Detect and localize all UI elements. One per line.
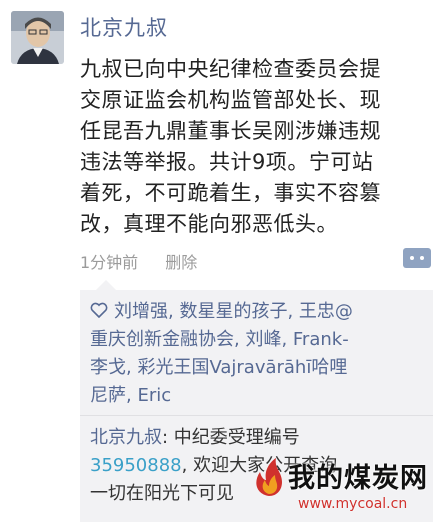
likes-list: 刘增强, 数星星的孩子, 王忠@ 重庆创新金融协会, 刘峰, Frank- 李戈… [90, 298, 425, 410]
heart-icon [90, 302, 108, 318]
likes-line[interactable]: 刘增强, 数星星的孩子, 王忠@ [90, 298, 425, 326]
watermark: 我的煤炭网 www.mycoal.cn [248, 452, 438, 518]
post-text-line: 交原证监会机构监管部处长、现 [80, 88, 381, 112]
panel-arrow [96, 280, 116, 290]
comment-text: : 中纪委受理编号 [162, 427, 300, 448]
delete-link[interactable]: 删除 [165, 253, 197, 272]
likes-names[interactable]: 刘增强, 数星星的孩子, 王忠@ [114, 301, 353, 322]
avatar-photo [11, 11, 64, 64]
post-text-line: 着死，不可跪着生，事实不容篡 [80, 181, 381, 205]
author-name[interactable]: 北京九叔 [80, 12, 168, 42]
comment-author[interactable]: 北京九叔 [90, 427, 162, 448]
flame-logo-icon [256, 458, 282, 496]
watermark-url: www.mycoal.cn [298, 496, 408, 512]
likes-line[interactable]: 尼萨, Eric [90, 382, 425, 410]
post-time: 1分钟前 [80, 253, 139, 272]
watermark-title: 我的煤炭网 [288, 463, 428, 494]
divider [80, 415, 433, 416]
comment-number-link[interactable]: 35950888 [90, 455, 182, 476]
more-options-button[interactable] [403, 248, 431, 268]
dot-icon [420, 256, 424, 260]
comment-text: 一切在阳光下可见 [90, 483, 234, 504]
post-text-line: 九叔已向中央纪律检查委员会提 [80, 57, 381, 81]
avatar[interactable] [11, 11, 64, 64]
dot-icon [410, 256, 414, 260]
likes-line[interactable]: 李戈, 彩光王国Vajravārāhī哈哩 [90, 354, 425, 382]
post-text: 九叔已向中央纪律检查委员会提 交原证监会机构监管部处长、现 任昆吾九鼎董事长吴刚… [80, 54, 430, 240]
post-text-line: 改，真理不能向邪恶低头。 [80, 212, 338, 236]
post-meta: 1分钟前 删除 [80, 249, 197, 273]
post-text-line: 违法等举报。共计9项。宁可站 [80, 150, 374, 174]
likes-line[interactable]: 重庆创新金融协会, 刘峰, Frank- [90, 326, 425, 354]
post-text-line: 任昆吾九鼎董事长吴刚涉嫌违规 [80, 119, 381, 143]
